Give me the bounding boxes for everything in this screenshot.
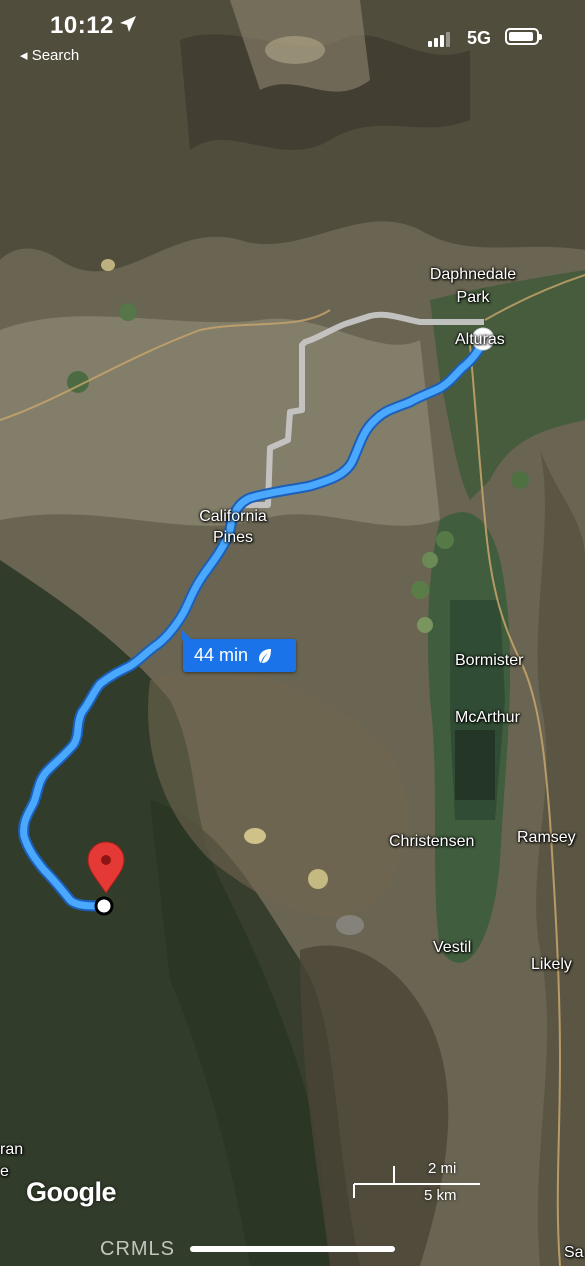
map-scale-bar [353, 1166, 480, 1198]
status-time: 10:12 [50, 12, 114, 39]
place-label-ramsey: Ramsey [517, 829, 576, 846]
home-indicator[interactable] [190, 1246, 395, 1252]
place-label-edge-left: ran e [0, 1141, 24, 1180]
network-type: 5G [467, 28, 492, 48]
place-label-mcarthur: McArthur [455, 709, 520, 726]
place-label-daphnedale-park: Daphnedale Park [429, 266, 517, 306]
route-duration-badge[interactable]: 44 min [182, 630, 296, 672]
place-label-edge-bottom-right: Sa [564, 1244, 584, 1261]
satellite-map[interactable] [0, 0, 585, 1266]
place-label-vestil: Vestil [433, 939, 472, 956]
place-label-bormister: Bormister [455, 652, 524, 669]
scale-metric: 5 km [424, 1187, 457, 1204]
destination-marker[interactable] [94, 896, 114, 916]
battery-icon [505, 28, 542, 45]
back-to-search-link[interactable]: ◂ Search [20, 46, 79, 64]
place-label-christensen: Christensen [389, 833, 475, 850]
signal-strength-icon [428, 32, 450, 47]
route-duration-text: 44 min [194, 645, 249, 665]
place-label-california-pines: California Pines [199, 508, 267, 546]
place-label-likely: Likely [531, 956, 572, 973]
scale-imperial: 2 mi [428, 1160, 457, 1177]
leaf-icon [259, 648, 272, 663]
google-logo: Google [26, 1177, 117, 1207]
place-label-alturas: Alturas [455, 331, 505, 348]
watermark: CRMLS [100, 1238, 176, 1260]
location-arrow-icon [120, 16, 136, 32]
